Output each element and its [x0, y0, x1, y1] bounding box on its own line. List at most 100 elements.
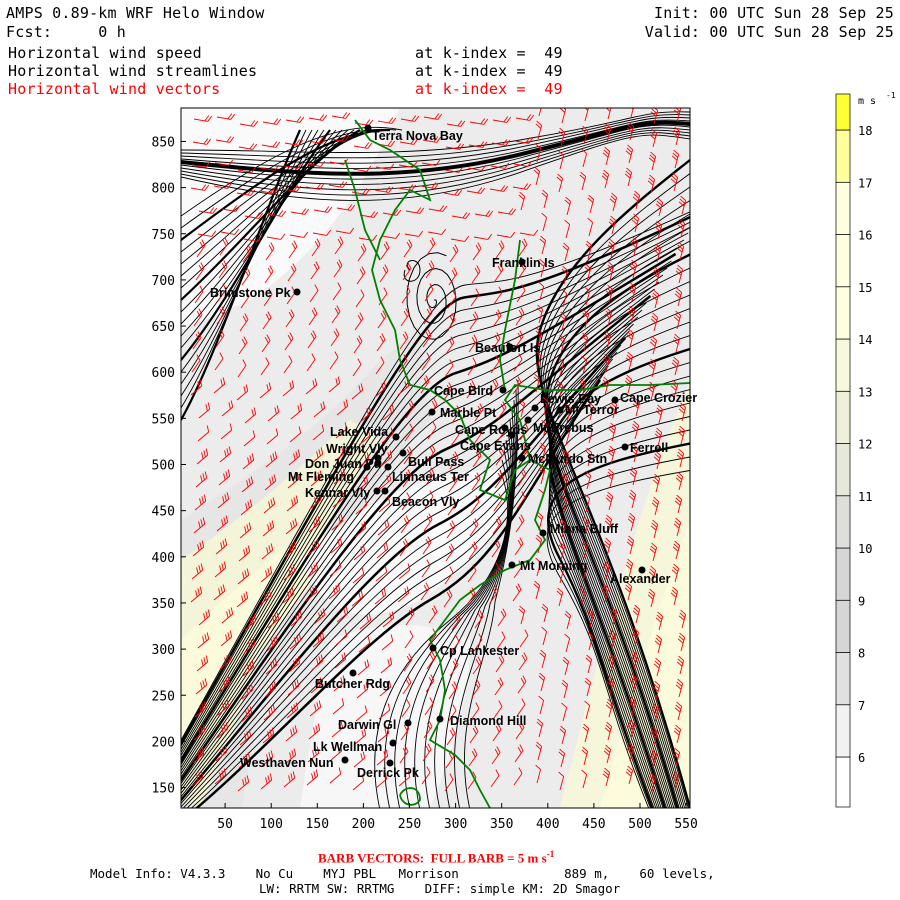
colorbar-label: 12 [858, 438, 872, 452]
station-label: Westhaven Nun [240, 756, 334, 770]
station-marker: Minna Bluff [539, 522, 619, 537]
colorbar-label: 8 [858, 647, 865, 661]
barb-flag [629, 99, 636, 103]
colorbar: 6 7 8 9 10 11 12 13 14 15 16 17 18 m s -1 [835, 91, 896, 808]
station-dot [518, 454, 526, 462]
colorbar-segment [835, 93, 851, 131]
station-label: Mt Terror [565, 403, 619, 417]
field-level-speed: at k-index = 49 [415, 44, 563, 62]
station-label: Cape Evans [460, 439, 531, 453]
barb-legend-text: BARB VECTORS: FULL BARB = 5 m s [318, 850, 547, 866]
station-marker: Westhaven Nun [240, 756, 349, 770]
station-label: Minna Bluff [550, 522, 619, 536]
barb-flag [536, 101, 543, 105]
station-dot [428, 408, 436, 416]
x-tick-label: 200 [352, 817, 375, 832]
station-marker: Cape Crozier [611, 391, 697, 405]
y-tick-label: 350 [152, 597, 175, 612]
station-label: Cape Crozier [620, 391, 697, 405]
station-label: Kennar Vly [305, 486, 370, 500]
colorbar-label: 13 [858, 385, 872, 399]
model-info-line1: Model Info: V4.3.3 No Cu MYJ PBL Morriso… [90, 866, 715, 881]
y-tick-label: 650 [152, 320, 175, 335]
colorbar-label: 14 [858, 333, 872, 347]
station-label: Derrick Pk [357, 766, 419, 780]
station-label: Diamond Hill [450, 714, 526, 728]
station-dot [531, 404, 539, 412]
y-tick-label: 500 [152, 459, 175, 474]
station-label: Cape Royds [455, 423, 527, 437]
station-dot [399, 449, 407, 457]
x-tick-label: 400 [536, 817, 559, 832]
barb-flag [606, 101, 613, 105]
station-label: Butcher Rdg [315, 677, 390, 691]
station-label: Franklin Is [492, 256, 555, 270]
colorbar-segment [835, 234, 851, 288]
colorbar-label: 11 [858, 490, 872, 504]
station-marker: Mt Morning [508, 559, 587, 573]
station-label: Lake Vida [330, 425, 389, 439]
station-label: Beacon Vly [392, 495, 459, 509]
forecast-hour: Fcst: 0 h [6, 23, 126, 41]
wind-map: Terra Nova Bay Franklin Is Brimstone Pk Bea… [152, 91, 896, 832]
x-tick-label: 150 [306, 817, 329, 832]
colorbar-segment [835, 286, 851, 340]
station-dot [389, 739, 397, 747]
colorbar-label: 7 [858, 699, 865, 713]
colorbar-segment [835, 181, 851, 235]
station-dot [524, 416, 532, 424]
colorbar-label: 18 [858, 124, 872, 138]
station-dot [508, 431, 516, 439]
colorbar-segment [835, 390, 851, 444]
x-tick-label: 500 [628, 817, 651, 832]
colorbar-segment [835, 129, 851, 183]
station-label: Wright Vly [326, 442, 388, 456]
y-tick-label: 400 [152, 551, 175, 566]
x-tick-label: 450 [582, 817, 605, 832]
colorbar-label: 16 [858, 229, 872, 243]
colorbar-segment [835, 599, 851, 653]
station-marker: Franklin Is [492, 256, 555, 270]
colorbar-segment [835, 547, 851, 601]
station-dot [381, 487, 389, 495]
x-tick-label: 100 [259, 817, 282, 832]
colorbar-unit-exp: -1 [886, 91, 896, 100]
y-tick-label: 600 [152, 366, 175, 381]
colorbar-segment [835, 495, 851, 549]
station-marker: Kennar Vly [305, 486, 381, 500]
init-time: Init: 00 UTC Sun 28 Sep 25 [654, 4, 894, 22]
station-label: Don Juan Pd [305, 457, 381, 471]
station-label: McMurdo Stn [528, 452, 607, 466]
station-label: Terra Nova Bay [372, 129, 463, 143]
y-tick-label: 250 [152, 689, 175, 704]
x-tick-label: 250 [398, 817, 421, 832]
plot-title: AMPS 0.89-km WRF Helo Window [6, 4, 265, 22]
station-label: Mt Erebus [533, 421, 593, 435]
y-tick-label: 700 [152, 274, 175, 289]
barb-legend-exp: -1 [546, 849, 555, 859]
y-tick-label: 150 [152, 782, 175, 797]
station-dot [404, 719, 412, 727]
model-info-line2: LW: RRTM SW: RRTMG DIFF: simple KM: 2D S… [259, 881, 621, 896]
station-dot [384, 463, 392, 471]
barb-flag [628, 102, 635, 106]
colorbar-label: 6 [858, 751, 865, 765]
station-dot [621, 443, 629, 451]
colorbar-segment [835, 338, 851, 392]
station-marker: Diamond Hill [436, 714, 526, 728]
y-tick-label: 450 [152, 505, 175, 520]
y-tick-label: 750 [152, 228, 175, 243]
colorbar-segment [835, 704, 851, 758]
station-marker: Mt Terror [556, 403, 619, 417]
station-dot [429, 644, 437, 652]
station-label: Lk Wellman [313, 740, 382, 754]
x-tick-label: 550 [674, 817, 697, 832]
station-dot [373, 487, 381, 495]
field-level-streamlines: at k-index = 49 [415, 62, 563, 80]
y-tick-label: 800 [152, 182, 175, 197]
station-label: Mt Morning [520, 559, 587, 573]
field-name-vectors: Horizontal wind vectors [8, 80, 221, 98]
station-dot [499, 386, 507, 394]
station-marker: Don Juan Pd [305, 457, 381, 471]
field-level-vectors: at k-index = 49 [415, 80, 563, 98]
